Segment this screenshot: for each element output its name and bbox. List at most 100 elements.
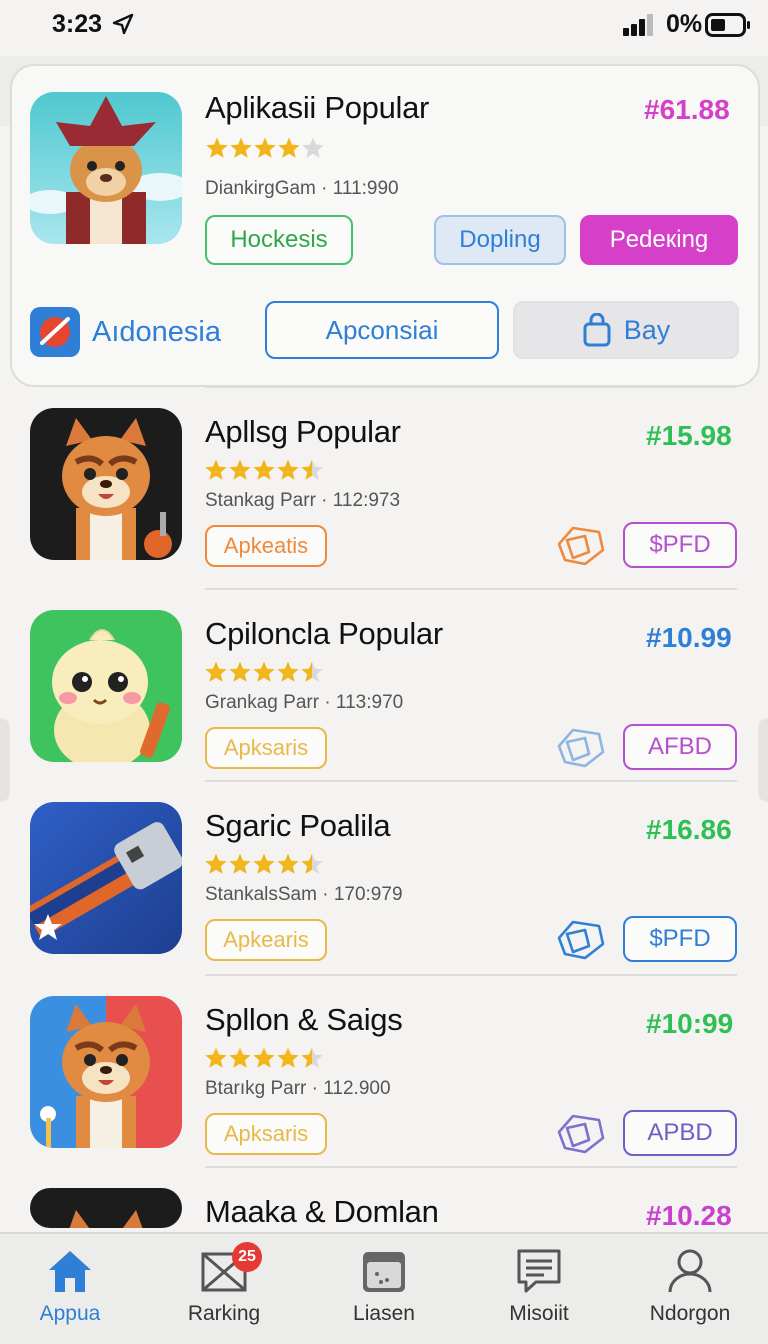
app-price: #10.28 xyxy=(646,1200,732,1231)
share-icon xyxy=(557,1114,605,1154)
library-icon xyxy=(363,1252,405,1292)
hamster-green-icon[interactable] xyxy=(30,610,182,762)
right-edge-handle xyxy=(758,718,768,802)
tiger-partial-icon[interactable] xyxy=(30,1188,182,1228)
app-action-button[interactable]: $PFD xyxy=(623,522,737,568)
tiger-split-icon[interactable] xyxy=(30,996,182,1148)
star-icon xyxy=(229,661,251,682)
row-divider xyxy=(205,386,737,388)
star-icon xyxy=(277,459,299,480)
nav-label-profile: Ndorgon xyxy=(649,1302,731,1325)
status-bar: 3:23 0% xyxy=(0,0,768,56)
star-icon xyxy=(301,661,323,682)
app-meta: Stankag Parr · 112:973 xyxy=(205,490,401,511)
usb-drive-icon[interactable] xyxy=(30,802,182,954)
app-title: Spllon & Saigs xyxy=(205,1002,403,1037)
dopling-button[interactable]: Dopling xyxy=(434,215,566,265)
app-title: Maaka & Domlan xyxy=(205,1194,439,1229)
nav-label-home: Appua xyxy=(39,1302,101,1325)
tiger-dark-icon[interactable] xyxy=(30,408,182,560)
share-button[interactable] xyxy=(555,916,607,962)
apconsiai-button[interactable]: Apconsiai xyxy=(265,301,499,359)
star-icon xyxy=(253,661,275,682)
buy-button[interactable]: Bay xyxy=(513,301,739,359)
featured-title: Aplikasii Popular xyxy=(205,90,430,125)
star-icon xyxy=(253,1047,275,1068)
ranking-badge: 25 xyxy=(232,1242,262,1272)
share-icon xyxy=(557,920,605,960)
star-icon xyxy=(301,853,323,874)
share-button[interactable] xyxy=(555,724,607,770)
app-meta: Btarıkg Parr · 112.900 xyxy=(205,1078,391,1099)
brand-logo-icon xyxy=(30,307,80,357)
signal-icon xyxy=(623,14,653,36)
nav-item-library[interactable]: Liasen xyxy=(314,1234,454,1344)
star-icon xyxy=(229,459,251,480)
app-action-button[interactable]: AFBD xyxy=(623,724,737,770)
location-arrow-icon xyxy=(112,13,134,35)
app-rating xyxy=(204,1046,324,1072)
star-icon xyxy=(205,459,227,480)
app-action-button[interactable]: $PFD xyxy=(623,916,737,962)
nav-item-ranking[interactable]: 25 Rarking xyxy=(154,1234,294,1344)
app-tag-button[interactable]: Apksaris xyxy=(205,1113,327,1155)
app-price: #16.86 xyxy=(646,814,732,845)
shopping-bag-icon xyxy=(583,313,611,347)
featured-rating xyxy=(205,136,325,162)
app-price: #15.98 xyxy=(646,420,732,451)
app-rating xyxy=(204,458,324,484)
star-icon xyxy=(230,137,252,158)
star-icon xyxy=(277,1047,299,1068)
star-icon xyxy=(254,137,276,158)
brand-name: Aıdonesia xyxy=(92,316,221,348)
star-icon xyxy=(206,137,228,158)
featured-price: #61.88 xyxy=(644,94,730,125)
bottom-nav: Appua 25 Rarking Liasen Misoiit Ndorgon xyxy=(0,1232,768,1344)
app-rating xyxy=(204,660,324,686)
app-price: #10:99 xyxy=(646,1008,734,1039)
nav-label-library: Liasen xyxy=(353,1302,415,1325)
app-tag-button[interactable]: Apksaris xyxy=(205,727,327,769)
star-icon xyxy=(205,1047,227,1068)
message-icon xyxy=(517,1249,561,1293)
share-button[interactable] xyxy=(555,1110,607,1156)
home-icon xyxy=(49,1251,91,1292)
star-icon xyxy=(229,1047,251,1068)
row-divider xyxy=(205,1166,737,1168)
app-tag-button[interactable]: Apkeatis xyxy=(205,525,327,567)
star-icon xyxy=(301,1047,323,1068)
app-action-button[interactable]: APBD xyxy=(623,1110,737,1156)
left-edge-handle xyxy=(0,718,10,802)
star-icon xyxy=(278,137,300,158)
star-icon xyxy=(277,661,299,682)
star-icon xyxy=(229,853,251,874)
share-icon xyxy=(557,728,605,768)
app-meta: Grankag Parr · 113:970 xyxy=(205,692,404,713)
nav-item-profile[interactable]: Ndorgon xyxy=(620,1234,760,1344)
row-divider xyxy=(205,974,737,976)
app-title: Sgaric Poalila xyxy=(205,808,391,843)
battery-percent: 0% xyxy=(666,10,703,38)
buy-label: Bay xyxy=(623,314,671,345)
star-icon xyxy=(205,853,227,874)
app-title: Cpiloncla Popular xyxy=(205,616,443,651)
app-meta: StankalsSam · 170:979 xyxy=(205,884,403,905)
app-tag-button[interactable]: Apkearis xyxy=(205,919,327,961)
nav-item-home[interactable]: Appua xyxy=(0,1234,140,1344)
app-title: Apllsg Popular xyxy=(205,414,401,449)
nav-item-messages[interactable]: Misoiit xyxy=(469,1234,609,1344)
hockesis-button[interactable]: Hockesis xyxy=(205,215,353,265)
star-icon xyxy=(277,853,299,874)
app-price: #10.99 xyxy=(646,622,732,653)
featured-app-card[interactable]: Aplikasii Popular #61.88 DiankirgGam · 1… xyxy=(10,64,760,387)
pedering-button[interactable]: Pedeкing xyxy=(580,215,738,265)
profile-icon xyxy=(668,1249,712,1293)
share-button[interactable] xyxy=(555,522,607,568)
status-time: 3:23 xyxy=(52,10,103,38)
nav-label-ranking: Rarking xyxy=(187,1302,261,1325)
star-icon xyxy=(302,137,324,158)
star-icon xyxy=(253,459,275,480)
fox-hero-icon[interactable] xyxy=(30,92,182,244)
share-icon xyxy=(557,526,605,566)
row-divider xyxy=(205,780,737,782)
